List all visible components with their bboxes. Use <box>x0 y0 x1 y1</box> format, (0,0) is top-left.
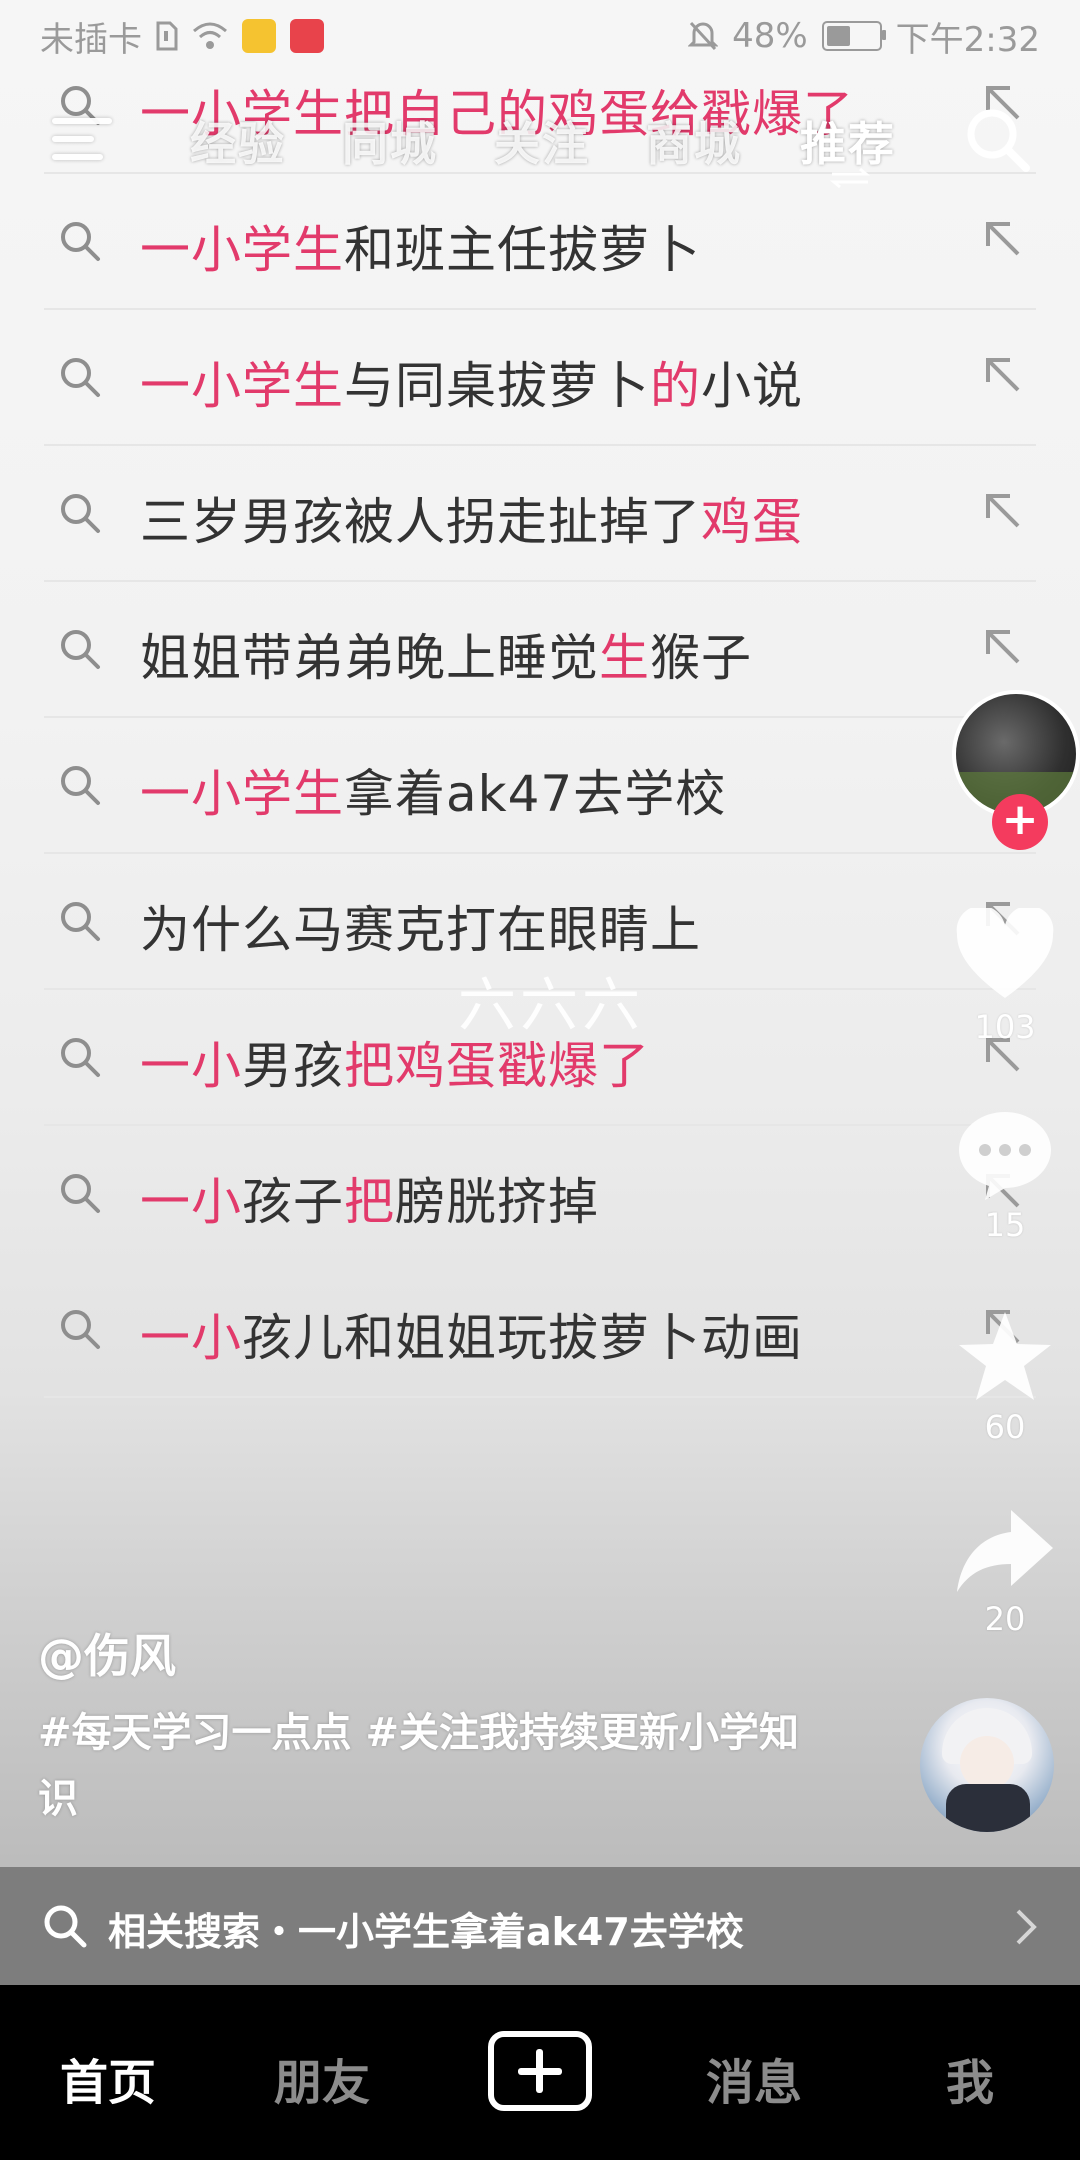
comment-icon <box>959 1112 1051 1200</box>
search-suggestion-item[interactable]: 一小学生拿着ak47去学校 <box>44 718 1036 854</box>
search-icon <box>61 1310 100 1349</box>
favorite-count: 60 <box>984 1408 1026 1446</box>
suggestion-text: 一小孩子把膀胱挤掉 <box>140 1162 599 1234</box>
menu-icon[interactable] <box>52 118 112 166</box>
nav-friends[interactable]: 朋友 <box>274 2043 370 2113</box>
suggestion-text-part: 猴子 <box>650 629 752 687</box>
huawei-store-icon <box>290 19 324 53</box>
search-icon <box>61 630 100 669</box>
share-icon <box>957 1510 1053 1592</box>
battery-percent: 48% <box>732 16 808 56</box>
search-icon <box>61 902 100 941</box>
search-icon <box>44 1905 87 1948</box>
suggestion-text-part: 拿着ak47去学校 <box>344 765 727 823</box>
bottom-navigation: 首页 朋友 消息 我 <box>0 1985 1080 2160</box>
suggestion-keyword-highlight: 一小学生 <box>140 221 344 279</box>
suggestion-text-part: 小说 <box>701 357 803 415</box>
suggestion-text: 三岁男孩被人拐走扯掉了鸡蛋 <box>140 482 803 554</box>
suggestion-text: 一小学生与同桌拔萝卜的小说 <box>140 346 803 418</box>
suggestion-text: 一小学生拿着ak47去学校 <box>140 754 726 826</box>
suggestion-keyword-highlight: 一小 <box>140 1309 242 1367</box>
related-search-bar[interactable]: 相关搜索・一小学生拿着ak47去学校 <box>0 1867 1080 1985</box>
clock: 下午2:32 <box>895 19 1040 60</box>
search-icon <box>61 1174 100 1213</box>
chevron-right-icon <box>1016 1909 1037 1945</box>
mute-bell-icon <box>688 21 719 51</box>
suggestion-text: 为什么马赛克打在眼睛上 <box>140 890 701 962</box>
swap-icon <box>829 168 871 188</box>
fill-query-arrow-icon[interactable] <box>980 216 1026 262</box>
search-suggestion-item[interactable]: 一小学生与同桌拔萝卜的小说 <box>44 310 1036 446</box>
suggestion-text-part: 三岁男孩被人拐走扯掉了 <box>140 493 701 551</box>
comment-count: 15 <box>984 1206 1026 1244</box>
sim-icon <box>156 21 178 51</box>
search-icon <box>61 766 100 805</box>
suggestion-text: 一小孩儿和姐姐玩拔萝卜动画 <box>140 1298 803 1370</box>
suggestion-keyword-highlight: 生 <box>599 629 650 687</box>
tab-local[interactable]: 同城 <box>342 108 438 174</box>
nav-home[interactable]: 首页 <box>60 2043 156 2113</box>
video-player[interactable]: 一小学生把自己的鸡蛋给戳爆了 一小学生和班主任拔萝卜 一小学生与同桌拔萝卜的小说 三岁… <box>0 0 1080 1985</box>
suggestion-keyword-highlight: 一小学生 <box>140 765 344 823</box>
tab-experience[interactable]: 经验 <box>190 108 286 174</box>
suggestion-text-part: 膀胱挤掉 <box>395 1173 599 1231</box>
fill-query-arrow-icon[interactable] <box>980 488 1026 534</box>
nav-me[interactable]: 我 <box>946 2043 994 2113</box>
suggestion-text-part: 和班主任拔萝卜 <box>344 221 701 279</box>
search-suggestion-item[interactable]: 一小学生和班主任拔萝卜 <box>44 174 1036 310</box>
comment-action[interactable]: 15 <box>930 1106 1080 1244</box>
suggestion-text-part: 为什么马赛克打在眼睛上 <box>140 901 701 959</box>
suggestion-text-part: 孩儿和姐姐玩拔萝卜动画 <box>242 1309 803 1367</box>
like-action[interactable]: 103 <box>930 908 1080 1046</box>
search-icon <box>61 1038 100 1077</box>
suggestion-keyword-highlight: 的 <box>650 357 701 415</box>
search-suggestion-list: 一小学生把自己的鸡蛋给戳爆了 一小学生和班主任拔萝卜 一小学生与同桌拔萝卜的小说 三岁… <box>0 38 1080 1398</box>
video-description[interactable]: #每天学习一点点 #关注我持续更新小学知识 <box>38 1700 818 1832</box>
suggestion-text: 一小学生和班主任拔萝卜 <box>140 210 701 282</box>
favorite-action[interactable]: 60 <box>930 1308 1080 1446</box>
star-icon <box>959 1312 1051 1400</box>
suggestion-keyword-highlight: 一小 <box>140 1037 242 1095</box>
related-search-text: 相关搜索・一小学生拿着ak47去学校 <box>108 1910 744 1954</box>
top-navigation: 经验 同城 关注 商城 推荐 <box>0 100 1080 188</box>
suggestion-keyword-highlight: 把 <box>344 1173 395 1231</box>
gallery-app-icon <box>242 19 276 53</box>
suggestion-text-part: 男孩 <box>242 1037 344 1095</box>
search-icon <box>61 358 100 397</box>
suggestion-keyword-highlight: 一小学生 <box>140 357 344 415</box>
follow-button[interactable]: + <box>992 794 1048 850</box>
tab-recommend[interactable]: 推荐 <box>800 108 896 174</box>
create-post-button[interactable] <box>488 2031 592 2111</box>
fill-query-arrow-icon[interactable] <box>980 624 1026 670</box>
share-action[interactable]: 20 <box>930 1506 1080 1638</box>
carrier-label: 未插卡 <box>40 19 142 60</box>
status-bar: 未插卡 48% 下午2:32 <box>0 0 1080 72</box>
heart-icon <box>956 908 1054 998</box>
creator-username[interactable]: @伤风 <box>38 1620 176 1686</box>
suggestion-keyword-highlight: 鸡蛋 <box>701 493 803 551</box>
video-watermark: 六六六 <box>458 971 645 1039</box>
search-icon[interactable] <box>962 104 1032 174</box>
search-suggestion-item[interactable]: 三岁男孩被人拐走扯掉了鸡蛋 <box>44 446 1036 582</box>
music-disc-avatar[interactable] <box>920 1698 1054 1832</box>
wifi-icon <box>193 22 227 49</box>
share-count: 20 <box>984 1600 1026 1638</box>
search-icon <box>61 222 100 261</box>
suggestion-text-part: 孩子 <box>242 1173 344 1231</box>
suggestion-text-part: 与同桌拔萝卜 <box>344 357 650 415</box>
search-suggestion-item[interactable]: 姐姐带弟弟晚上睡觉生猴子 <box>44 582 1036 718</box>
suggestion-text-part: 姐姐带弟弟晚上睡觉 <box>140 629 599 687</box>
fill-query-arrow-icon[interactable] <box>980 352 1026 398</box>
nav-messages[interactable]: 消息 <box>706 2043 802 2113</box>
search-suggestion-item[interactable]: 一小孩儿和姐姐玩拔萝卜动画 <box>44 1262 1036 1398</box>
tab-mall[interactable]: 商城 <box>646 108 742 174</box>
suggestion-text: 姐姐带弟弟晚上睡觉生猴子 <box>140 618 752 690</box>
battery-icon <box>821 21 886 51</box>
search-suggestion-item[interactable]: 一小孩子把膀胱挤掉 <box>44 1126 1036 1262</box>
suggestion-keyword-highlight: 一小 <box>140 1173 242 1231</box>
tab-following[interactable]: 关注 <box>494 108 590 174</box>
like-count: 103 <box>974 1008 1036 1046</box>
suggestion-keyword-highlight: 把鸡蛋戳爆了 <box>344 1037 650 1095</box>
search-icon <box>61 494 100 533</box>
